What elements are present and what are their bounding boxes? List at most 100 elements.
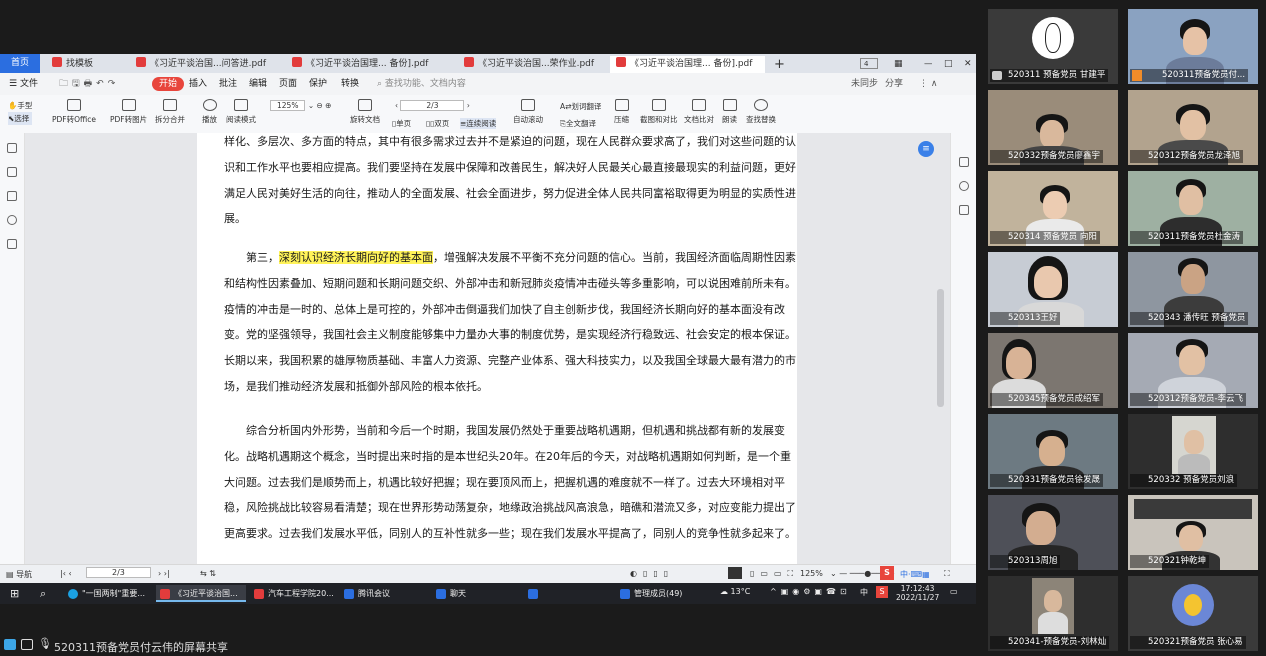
menu-edit[interactable]: 编辑: [246, 77, 270, 91]
tab-home[interactable]: 首页: [0, 54, 40, 73]
grid-icon[interactable]: ▦: [888, 56, 906, 73]
participant-tile[interactable]: 520321钟乾坤: [1128, 495, 1258, 570]
menu-protect[interactable]: 保护: [306, 77, 330, 91]
thumbnail-icon[interactable]: [7, 167, 17, 177]
view-mode-icons[interactable]: ◐▯▯▯: [630, 569, 674, 578]
single-page-button[interactable]: ▯单页: [392, 118, 411, 129]
select-tool[interactable]: ⬉选择: [8, 112, 33, 125]
taskbar-app-edge[interactable]: "一国两制"重要...: [64, 585, 156, 602]
new-tab-button[interactable]: +: [768, 56, 788, 73]
taskbar-app-meeting[interactable]: 腾讯会议: [340, 585, 426, 602]
comment-icon[interactable]: [7, 191, 17, 201]
participant-tile[interactable]: 520311预备党员杜金涛: [1128, 171, 1258, 246]
pdf-to-image-button[interactable]: PDF转图片: [110, 99, 147, 125]
hand-tool[interactable]: ✋手型: [8, 99, 32, 112]
status-zoom[interactable]: 125%: [800, 569, 823, 578]
tab-doc-1[interactable]: 《习近平谈治国...问答进.pdf: [130, 56, 280, 73]
pdf-to-office-button[interactable]: PDF转Office: [52, 99, 96, 125]
doc-compare-button[interactable]: 文档比对: [684, 99, 714, 125]
participant-tile[interactable]: 520345预备党员成绍军: [988, 333, 1118, 408]
nav-toggle[interactable]: ▤ 导航: [6, 569, 32, 580]
menu-insert[interactable]: 插入: [186, 77, 210, 91]
signature-icon[interactable]: [7, 239, 17, 249]
play-button[interactable]: 播放: [202, 99, 217, 125]
participant-tile[interactable]: 520312预备党员-李云飞: [1128, 333, 1258, 408]
status-page-input[interactable]: 2/3: [86, 567, 151, 578]
menu-convert[interactable]: 转换: [338, 77, 362, 91]
ime-status[interactable]: 中·⌨▦: [900, 569, 930, 580]
double-page-button[interactable]: ▯▯双页: [426, 118, 449, 129]
settings-icon[interactable]: [959, 205, 969, 215]
split-merge-button[interactable]: 拆分合并: [155, 99, 185, 125]
participant-tile[interactable]: 520343 潘传旺 预备党员: [1128, 252, 1258, 327]
play-icon[interactable]: [728, 567, 742, 579]
taskbar-app-wps[interactable]: 《习近平谈治国...: [156, 585, 246, 602]
participant-tile[interactable]: 520331预备党员徐发晟: [988, 414, 1118, 489]
auto-scroll-button[interactable]: 自动滚动: [513, 99, 543, 125]
zoom-select[interactable]: 125% ⌄ ⊖ ⊕: [270, 100, 331, 111]
tab-count-badge[interactable]: 4: [860, 58, 878, 69]
page-nav-prev[interactable]: |‹ ‹: [60, 569, 72, 578]
read-mode-button[interactable]: 阅读模式: [226, 99, 256, 125]
rotate-doc-button[interactable]: 旋转文档: [350, 99, 380, 125]
participant-tile[interactable]: 520311预备党员付...: [1128, 9, 1258, 84]
continuous-read-button[interactable]: ≡连续阅读: [460, 118, 497, 129]
fullscreen-icon[interactable]: ⛶: [944, 569, 950, 579]
participant-tile[interactable]: 520311 预备党员 甘建平: [988, 9, 1118, 84]
participant-tile[interactable]: 520313周旭: [988, 495, 1118, 570]
compress-button[interactable]: 压缩: [614, 99, 629, 125]
full-translate-button[interactable]: ⎘全文翻译: [560, 118, 596, 129]
bookmark-icon[interactable]: [7, 143, 17, 153]
search-box[interactable]: ⌕ 查找功能、文档内容: [374, 77, 469, 91]
expand-icon[interactable]: [4, 639, 16, 650]
taskbar-app-wps-2[interactable]: 汽车工程学院20...: [250, 585, 336, 602]
participant-tile[interactable]: 520341-预备党员-刘林灿: [988, 576, 1118, 651]
menu-page[interactable]: 页面: [276, 77, 300, 91]
taskbar-app-members[interactable]: 管理成员(49): [616, 585, 706, 602]
tab-doc-2[interactable]: 《习近平谈治国理... 备份].pdf: [286, 56, 456, 73]
menu-start[interactable]: 开始: [152, 77, 185, 91]
share-button[interactable]: 分享: [882, 77, 906, 91]
read-aloud-button[interactable]: 朗读: [722, 99, 737, 125]
participant-tile[interactable]: 520312预备党员龙泽旭: [1128, 90, 1258, 165]
ime-indicator[interactable]: 中: [860, 587, 868, 598]
menu-annotate[interactable]: 批注: [216, 77, 240, 91]
search-icon[interactable]: ⌕: [40, 587, 46, 601]
participant-tile[interactable]: 520321预备党员 张心易: [1128, 576, 1258, 651]
sogou-ime-icon[interactable]: S: [880, 566, 894, 580]
windows-start-icon[interactable]: ⊞: [10, 587, 19, 600]
sync-status[interactable]: 未同步: [848, 77, 881, 91]
minimize-icon[interactable]: —: [918, 56, 932, 73]
menu-file[interactable]: ☰ 文件: [6, 77, 41, 91]
participant-tile[interactable]: 520314 预备党员 向阳: [988, 171, 1118, 246]
word-translate-button[interactable]: A⇄划词翻译: [560, 101, 601, 112]
find-replace-button[interactable]: 查找替换: [746, 99, 776, 125]
clock[interactable]: 17:12:43 2022/11/27: [896, 584, 939, 602]
close-icon[interactable]: ✕: [958, 56, 972, 73]
weather[interactable]: ☁ 13°C: [720, 587, 750, 596]
maximize-icon[interactable]: □: [938, 56, 952, 73]
help-icon[interactable]: [959, 181, 969, 191]
screenshot-compare-button[interactable]: 截图和对比: [640, 99, 678, 125]
tab-doc-3[interactable]: 《习近平谈治国...荣作业.pdf: [458, 56, 606, 73]
vertical-scrollbar[interactable]: [937, 289, 944, 407]
participant-tile[interactable]: 520313王好: [988, 252, 1118, 327]
sogou-tray-icon[interactable]: S: [876, 586, 888, 598]
more-icons[interactable]: ⋮ ∧: [916, 77, 940, 91]
translate-side-icon[interactable]: [959, 157, 969, 167]
page-nav-next[interactable]: › ›|: [158, 569, 170, 578]
tab-template[interactable]: 找模板: [46, 56, 128, 73]
taskbar-app-meeting-3[interactable]: [524, 585, 610, 602]
float-tool-icon[interactable]: ≡: [918, 141, 934, 157]
attachment-icon[interactable]: [7, 215, 17, 225]
rotate-icons[interactable]: ⇆ ⇅: [200, 569, 216, 578]
quick-access-icons[interactable]: 🗀🖫🖶↶↷: [56, 77, 122, 91]
highlighted-text[interactable]: 深刻认识经济长期向好的基本面: [279, 251, 433, 264]
tab-doc-active[interactable]: 《习近平谈治国理... 备份].pdf: [610, 56, 765, 73]
page-nav[interactable]: ‹ 2/3 ›: [395, 100, 470, 111]
notification-icon[interactable]: ▭: [950, 587, 958, 596]
participant-tile[interactable]: 520332预备党员廖鑫宇: [988, 90, 1118, 165]
layout-icons[interactable]: ▯▭▭⛶: [750, 569, 799, 579]
taskbar-app-chat[interactable]: 聊天: [432, 585, 518, 602]
participant-tile[interactable]: 520332 预备党员刘浪: [1128, 414, 1258, 489]
